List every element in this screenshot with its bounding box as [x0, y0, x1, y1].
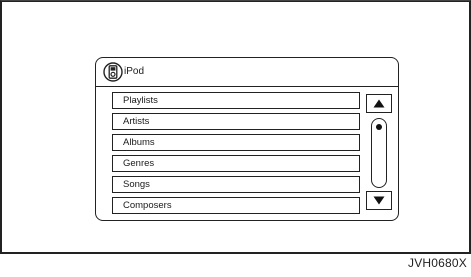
scroll-up-button[interactable] [366, 94, 392, 113]
screen-header: iPod [96, 58, 398, 86]
menu-item-artists[interactable]: Artists [112, 113, 360, 130]
triangle-down-icon [373, 196, 385, 205]
ipod-menu-screen: iPod Playlists Artists Albums Genres Son… [95, 57, 399, 221]
menu-item-label: Songs [123, 179, 150, 190]
triangle-up-icon [373, 99, 385, 108]
menu-item-label: Composers [123, 200, 172, 211]
scrollbar-thumb[interactable] [376, 124, 382, 130]
menu-item-label: Playlists [123, 95, 158, 106]
menu-item-playlists[interactable]: Playlists [112, 92, 360, 109]
scroll-down-button[interactable] [366, 191, 392, 210]
menu-list: Playlists Artists Albums Genres Songs Co… [112, 92, 360, 218]
figure-code: JVH0680X [408, 256, 467, 270]
menu-item-label: Artists [123, 116, 150, 127]
header-divider [96, 86, 398, 87]
menu-item-label: Albums [123, 137, 155, 148]
screen-title: iPod [124, 66, 145, 77]
ipod-icon [103, 62, 123, 82]
menu-item-label: Genres [123, 158, 155, 169]
menu-item-composers[interactable]: Composers [112, 197, 360, 214]
scrollbar-track[interactable] [371, 118, 387, 188]
menu-item-songs[interactable]: Songs [112, 176, 360, 193]
menu-item-albums[interactable]: Albums [112, 134, 360, 151]
menu-item-genres[interactable]: Genres [112, 155, 360, 172]
